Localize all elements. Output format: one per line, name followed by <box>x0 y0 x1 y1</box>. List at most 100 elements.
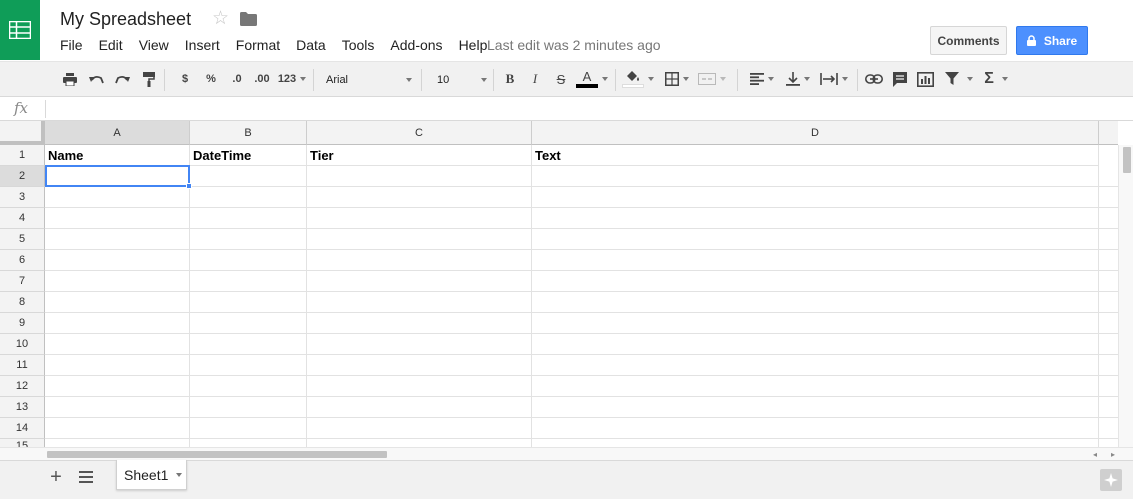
vertical-scrollbar-thumb[interactable] <box>1123 147 1131 173</box>
document-title[interactable]: My Spreadsheet <box>60 9 191 30</box>
toolbar: $ % .0 .00 123 Arial 10 B I S A Σ <box>0 61 1133 97</box>
column-header-c[interactable]: C <box>307 121 532 145</box>
menu-insert[interactable]: Insert <box>177 36 228 54</box>
header-cell-text[interactable]: Text <box>532 145 1099 166</box>
fx-icon: fx <box>14 99 29 117</box>
explore-icon[interactable] <box>1100 469 1122 491</box>
comments-button[interactable]: Comments <box>930 26 1007 55</box>
column-header-b[interactable]: B <box>190 121 307 145</box>
print-icon[interactable] <box>61 62 79 96</box>
menu-format[interactable]: Format <box>228 36 288 54</box>
undo-icon[interactable] <box>87 62 105 96</box>
borders-button[interactable] <box>661 62 693 96</box>
menu-file[interactable]: File <box>52 36 91 54</box>
column-header-a[interactable]: A <box>45 121 190 145</box>
toolbar-separator <box>421 69 422 91</box>
sheet-tabs-bar: + Sheet1 <box>0 460 1133 499</box>
text-wrapping-button[interactable] <box>817 62 851 96</box>
horizontal-scrollbar[interactable]: ◂ ▸ <box>0 447 1133 460</box>
strikethrough-button[interactable]: S <box>553 62 569 96</box>
toolbar-separator <box>615 69 616 91</box>
select-all-corner[interactable] <box>0 121 45 145</box>
paint-format-icon[interactable] <box>140 62 158 96</box>
header-cell-datetime[interactable]: DateTime <box>190 145 307 166</box>
all-sheets-list-icon[interactable] <box>79 471 93 486</box>
more-formats-button[interactable]: 123 <box>277 62 307 96</box>
bold-button[interactable]: B <box>502 62 518 96</box>
redo-icon[interactable] <box>113 62 131 96</box>
font-size-select[interactable]: 10 <box>427 69 489 91</box>
row-header[interactable]: 15 <box>0 439 45 447</box>
fill-handle[interactable] <box>186 183 192 189</box>
share-button[interactable]: Share <box>1016 26 1088 55</box>
menu-tools[interactable]: Tools <box>334 36 383 54</box>
vertical-scrollbar[interactable] <box>1118 145 1133 447</box>
align-bottom-icon <box>786 72 800 86</box>
font-family-select[interactable]: Arial <box>316 69 416 91</box>
row-header[interactable]: 7 <box>0 271 45 292</box>
row-header[interactable]: 14 <box>0 418 45 439</box>
filter-icon <box>945 72 959 85</box>
row-header[interactable]: 11 <box>0 355 45 376</box>
menu-add-ons[interactable]: Add-ons <box>382 36 450 54</box>
header-cell-tier[interactable]: Tier <box>307 145 532 166</box>
insert-chart-icon[interactable] <box>915 62 935 96</box>
scroll-left-icon[interactable]: ◂ <box>1093 450 1097 459</box>
header-cell-name[interactable]: Name <box>45 145 190 166</box>
insert-link-icon[interactable] <box>864 62 884 96</box>
row-header[interactable]: 4 <box>0 208 45 229</box>
menu-edit[interactable]: Edit <box>91 36 131 54</box>
row-header[interactable]: 1 <box>0 145 45 166</box>
row-header[interactable]: 13 <box>0 397 45 418</box>
chevron-down-icon <box>967 77 973 81</box>
chevron-down-icon[interactable] <box>176 472 183 477</box>
sheets-logo-icon[interactable] <box>0 0 40 60</box>
menu-view[interactable]: View <box>131 36 177 54</box>
currency-format-button[interactable]: $ <box>178 62 192 96</box>
functions-button[interactable]: Σ <box>980 62 1012 96</box>
filter-button[interactable] <box>942 62 976 96</box>
align-left-icon <box>750 73 764 85</box>
merge-cells-button[interactable] <box>695 62 729 96</box>
sheet-tab-sheet1[interactable]: Sheet1 <box>116 460 187 490</box>
menu-data[interactable]: Data <box>288 36 334 54</box>
sheet-tab-label: Sheet1 <box>124 466 169 483</box>
horizontal-scrollbar-thumb[interactable] <box>47 451 387 458</box>
decrease-decimal-button[interactable]: .0 <box>227 62 247 96</box>
increase-decimal-button[interactable]: .00 <box>251 62 273 96</box>
row-header[interactable]: 10 <box>0 334 45 355</box>
row-header[interactable]: 2 <box>0 166 45 187</box>
row-header[interactable]: 6 <box>0 250 45 271</box>
scroll-right-icon[interactable]: ▸ <box>1111 450 1115 459</box>
font-size-value: 10 <box>437 74 450 86</box>
fill-color-swatch <box>622 84 644 88</box>
star-icon[interactable]: ☆ <box>212 9 229 29</box>
row-header[interactable]: 8 <box>0 292 45 313</box>
chevron-down-icon <box>768 77 774 81</box>
row-header[interactable]: 9 <box>0 313 45 334</box>
borders-icon <box>665 72 679 86</box>
app-header: My Spreadsheet ☆ File Edit View Insert F… <box>0 0 1133 61</box>
text-color-button[interactable]: A <box>575 62 609 96</box>
text-color-swatch <box>576 84 598 88</box>
row-header[interactable]: 5 <box>0 229 45 250</box>
row-header[interactable]: 12 <box>0 376 45 397</box>
percent-format-button[interactable]: % <box>203 62 219 96</box>
formula-bar-divider <box>45 100 46 118</box>
horizontal-align-button[interactable] <box>745 62 779 96</box>
italic-button[interactable]: I <box>527 62 543 96</box>
more-formats-label: 123 <box>277 73 297 85</box>
grid-body[interactable] <box>45 166 1118 447</box>
toolbar-separator <box>313 69 314 91</box>
vertical-align-button[interactable] <box>781 62 815 96</box>
insert-comment-icon[interactable] <box>891 62 909 96</box>
fill-color-button[interactable] <box>621 62 655 96</box>
formula-bar: fx <box>0 97 1133 121</box>
last-edit-status[interactable]: Last edit was 2 minutes ago <box>487 37 661 53</box>
row-header[interactable]: 3 <box>0 187 45 208</box>
folder-icon[interactable] <box>240 12 257 29</box>
column-header-d[interactable]: D <box>532 121 1099 145</box>
text-color-letter: A <box>582 69 592 84</box>
add-sheet-icon[interactable]: + <box>47 467 65 487</box>
formula-input[interactable] <box>50 99 1125 119</box>
